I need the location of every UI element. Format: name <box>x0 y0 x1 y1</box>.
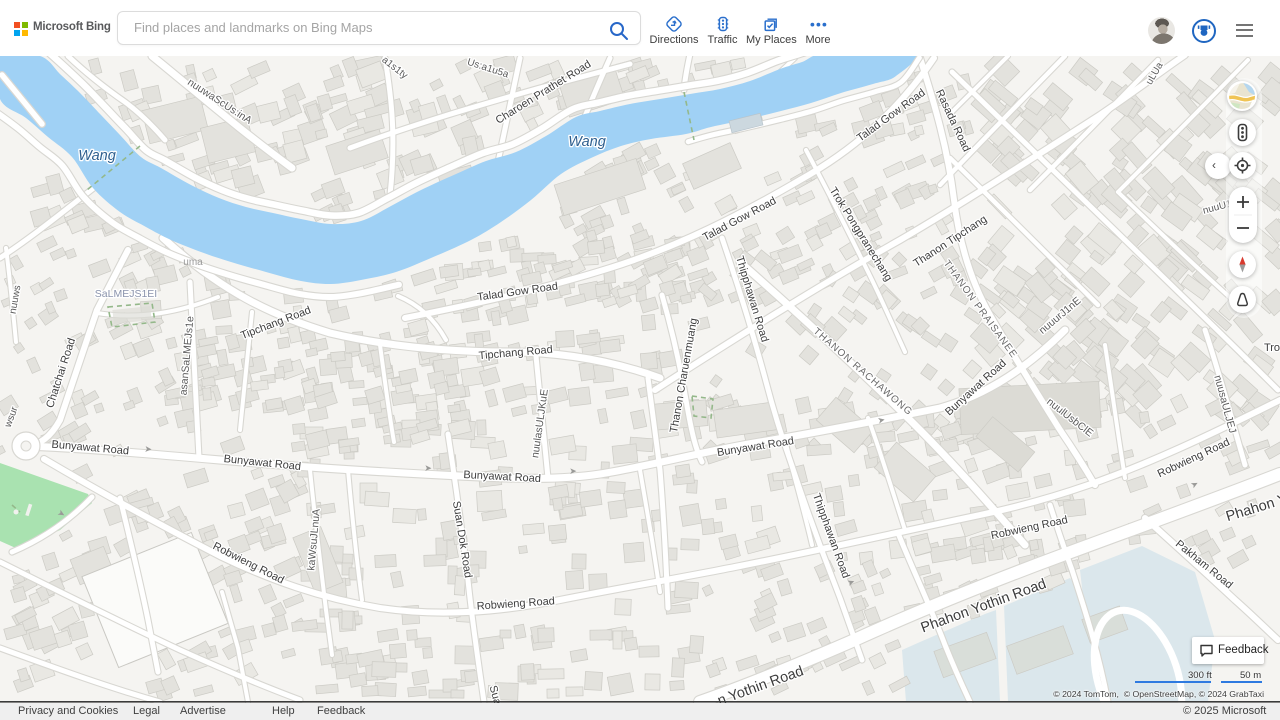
svg-text:uma: uma <box>183 257 203 268</box>
svg-text:Wang: Wang <box>568 134 606 150</box>
svg-text:Tro: Tro <box>1264 342 1280 354</box>
svg-text:Wang: Wang <box>78 148 116 164</box>
svg-text:➤: ➤ <box>569 466 577 476</box>
svg-text:SaLMEJS1EI: SaLMEJS1EI <box>95 288 157 300</box>
svg-text:➤: ➤ <box>424 463 432 473</box>
svg-text:➤: ➤ <box>144 444 153 455</box>
